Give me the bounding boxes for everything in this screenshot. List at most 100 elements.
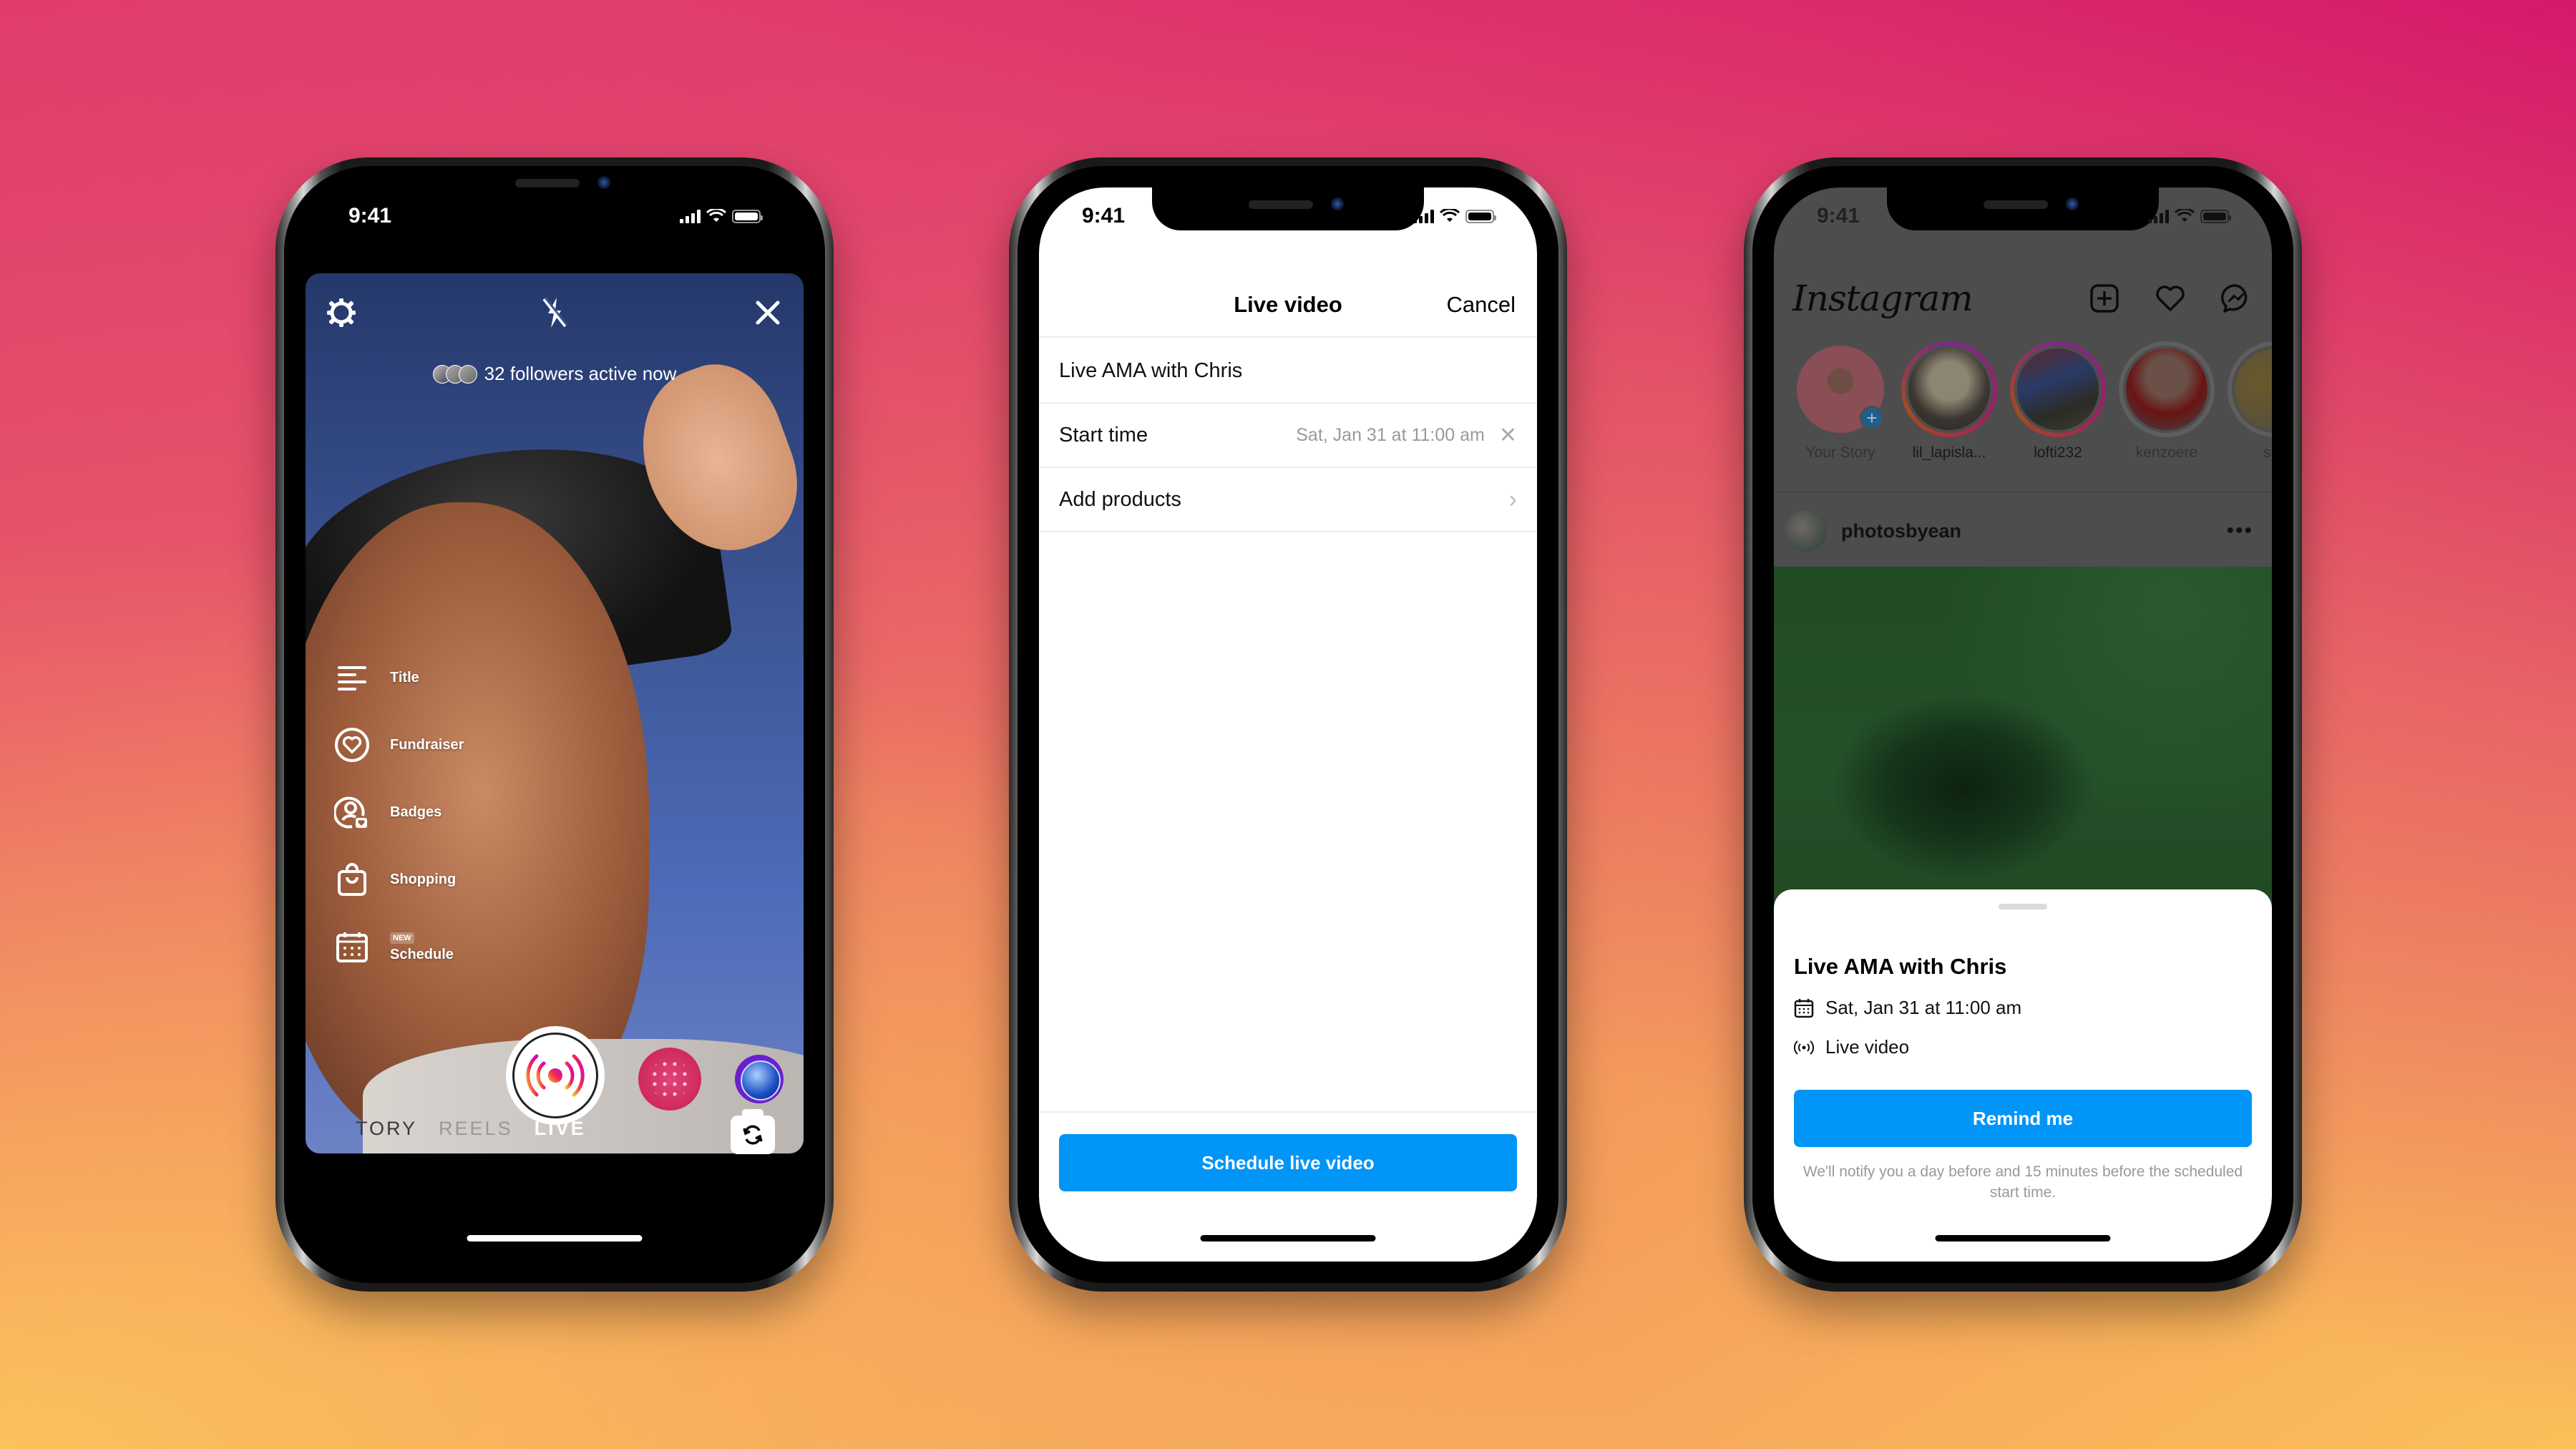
calendar-icon: [334, 929, 370, 965]
new-badge: NEW: [390, 932, 414, 944]
story-name: sap: [2263, 444, 2272, 461]
wifi-icon: [1440, 209, 1460, 222]
screen: 9:41 Live video Cancel Live AMA with Chr…: [1039, 187, 1537, 1262]
app-header: Instagram: [1792, 270, 2253, 327]
tool-label: Fundraiser: [390, 736, 464, 753]
cancel-button[interactable]: Cancel: [1447, 292, 1516, 318]
go-live-button[interactable]: [506, 1026, 605, 1125]
story-name: kenzoere: [2135, 444, 2198, 461]
status-bar: 9:41: [1774, 187, 2272, 245]
flash-off-icon[interactable]: [537, 295, 572, 331]
tool-badges[interactable]: Badges: [334, 794, 464, 830]
post-user[interactable]: photosbyean: [1785, 510, 1961, 552]
home-indicator: [1935, 1235, 2111, 1241]
status-time: 9:41: [1817, 204, 1860, 228]
wifi-icon: [706, 209, 726, 222]
sheet-date: Sat, Jan 31 at 11:00 am: [1825, 997, 2022, 1018]
title-field[interactable]: Live AMA with Chris: [1039, 339, 1537, 404]
avatar: [458, 364, 477, 384]
nav-header: Live video Cancel: [1039, 273, 1537, 338]
story-item[interactable]: sap: [2228, 341, 2272, 462]
start-time-value[interactable]: Sat, Jan 31 at 11:00 am: [1296, 425, 1485, 446]
sheet-date-row: Sat, Jan 31 at 11:00 am: [1794, 997, 2021, 1019]
story-item[interactable]: kenzoere: [2119, 341, 2215, 462]
tool-fundraiser[interactable]: Fundraiser: [334, 727, 464, 763]
post-username[interactable]: photosbyean: [1841, 520, 1961, 542]
add-products-row[interactable]: Add products ›: [1039, 468, 1537, 532]
divider: [1774, 492, 2272, 493]
remind-me-button[interactable]: Remind me: [1794, 1090, 2252, 1147]
start-time-value-group: Sat, Jan 31 at 11:00 am ✕: [1296, 423, 1517, 448]
new-post-icon[interactable]: [2087, 281, 2122, 316]
reminder-bottom-sheet: Live AMA with Chris Sat, Jan 31 at 11:00…: [1774, 889, 2272, 1262]
story-item[interactable]: lofti232: [2010, 341, 2106, 462]
phone-bezel: 9:41 32 followers active now Title Fundr…: [284, 166, 825, 1283]
battery-icon: [1465, 209, 1496, 223]
story-name: Your Story: [1805, 444, 1875, 461]
phone-schedule-form: 9:41 Live video Cancel Live AMA with Chr…: [1009, 157, 1567, 1292]
title-field-value[interactable]: Live AMA with Chris: [1059, 359, 1242, 383]
wifi-icon: [2175, 209, 2195, 222]
camera-mode-selector: TORY REELS LIVE: [306, 1118, 804, 1140]
schedule-live-video-button[interactable]: Schedule live video: [1059, 1134, 1517, 1191]
title-lines-icon: [334, 660, 370, 696]
add-story-icon[interactable]: +: [1860, 406, 1884, 430]
mode-story[interactable]: TORY: [356, 1118, 417, 1140]
messenger-icon[interactable]: [2219, 281, 2253, 316]
sheet-type: Live video: [1825, 1036, 1910, 1058]
tool-schedule-text: NEW Schedule: [390, 931, 454, 963]
cellular-signal-icon: [1413, 209, 1434, 223]
home-indicator: [1200, 1235, 1376, 1241]
phone-feed-reminder: 9:41 Instagram + Your Story lil_lapisla.…: [1744, 157, 2302, 1292]
status-bar: 9:41: [1039, 187, 1537, 245]
tool-label: Schedule: [390, 946, 454, 962]
start-time-row[interactable]: Start time Sat, Jan 31 at 11:00 am ✕: [1039, 404, 1537, 468]
effect-sparkle-button[interactable]: [638, 1048, 701, 1111]
status-time: 9:41: [348, 204, 392, 228]
page-title: Live video: [1234, 292, 1342, 317]
tool-shopping[interactable]: Shopping: [334, 862, 464, 897]
tool-title[interactable]: Title: [334, 660, 464, 696]
close-icon[interactable]: [750, 295, 786, 331]
add-products-label: Add products: [1059, 487, 1181, 511]
story-ring: [2010, 341, 2106, 437]
follower-avatars: [432, 364, 477, 384]
home-indicator: [467, 1235, 643, 1241]
flip-camera-icon[interactable]: [731, 1109, 775, 1154]
status-icons: [680, 209, 763, 223]
badge-user-heart-icon: [334, 794, 370, 830]
heart-icon[interactable]: [2153, 281, 2187, 316]
story-ring: [1901, 341, 1997, 437]
avatar: [1906, 346, 1993, 433]
followers-active: 32 followers active now: [306, 363, 804, 385]
phone-bezel: 9:41 Live video Cancel Live AMA with Chr…: [1018, 166, 1558, 1283]
mode-reels[interactable]: REELS: [439, 1118, 513, 1140]
tool-schedule[interactable]: NEW Schedule: [334, 929, 464, 965]
effect-orb-button[interactable]: [735, 1055, 784, 1103]
sheet-drag-handle[interactable]: [1999, 904, 2047, 909]
heart-circle-icon: [334, 727, 370, 763]
status-icons: [1413, 209, 1496, 223]
more-options-icon[interactable]: •••: [2226, 519, 2253, 543]
chevron-right-icon: ›: [1508, 485, 1517, 513]
story-item[interactable]: + Your Story: [1792, 341, 1888, 462]
avatar: [2014, 346, 2102, 433]
battery-icon: [2200, 209, 2231, 223]
speaker-grill: [515, 179, 580, 187]
story-name: lofti232: [2034, 444, 2082, 461]
shopping-bag-icon: [334, 862, 370, 897]
reminder-note: We'll notify you a day before and 15 min…: [1802, 1163, 2243, 1201]
clear-icon[interactable]: ✕: [1499, 423, 1517, 448]
mode-live[interactable]: LIVE: [535, 1118, 586, 1140]
tool-label: Title: [390, 669, 419, 686]
schedule-form: Live AMA with Chris Start time Sat, Jan …: [1039, 339, 1537, 532]
screen: 9:41 Instagram + Your Story lil_lapisla.…: [1774, 187, 2272, 1262]
avatar[interactable]: [1785, 510, 1827, 552]
story-item[interactable]: lil_lapisla...: [1901, 341, 1997, 462]
gear-icon[interactable]: [323, 295, 359, 331]
start-time-label: Start time: [1059, 423, 1148, 447]
sheet-type-row: Live video: [1794, 1036, 1909, 1058]
cellular-signal-icon: [2148, 209, 2169, 223]
status-bar: 9:41: [306, 187, 804, 245]
story-name: lil_lapisla...: [1912, 444, 1986, 461]
